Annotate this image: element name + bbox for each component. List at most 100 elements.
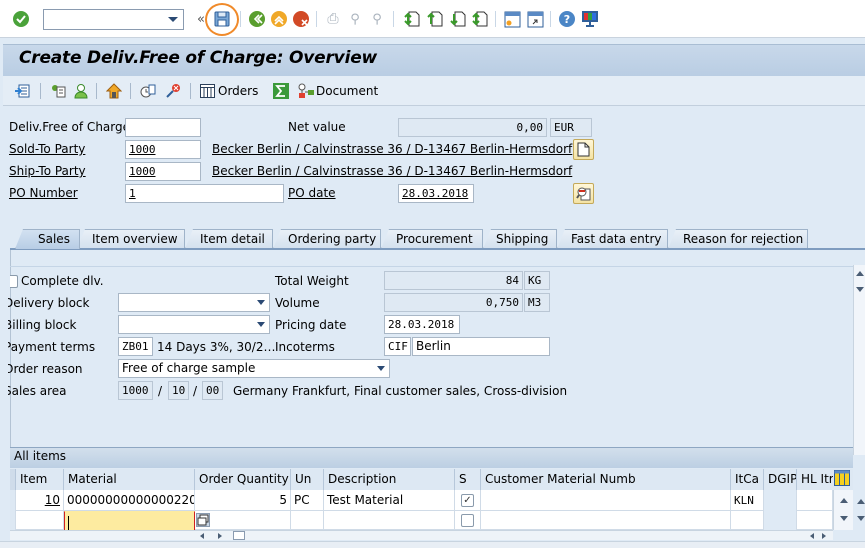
print-icon[interactable]: ⎙	[324, 10, 342, 28]
material-cell[interactable]: 000000000000002202	[64, 490, 195, 511]
s-checkbox-checked[interactable]: ✓	[461, 494, 474, 507]
payment-terms-input[interactable]: ZB01	[118, 337, 153, 356]
tab-procurement[interactable]: Procurement	[381, 229, 483, 249]
new-session-icon[interactable]	[503, 10, 521, 28]
chevron-down-icon[interactable]	[257, 322, 265, 327]
s-checkbox[interactable]	[461, 514, 474, 527]
sales-org-icon[interactable]	[106, 83, 122, 99]
availability-check-icon[interactable]	[140, 83, 156, 99]
incoterms-code-input[interactable]: CIF	[384, 337, 411, 356]
column-configuration-icon[interactable]	[834, 470, 850, 486]
order-quantity-cell[interactable]: 5	[195, 490, 291, 511]
scroll-up-icon[interactable]	[856, 271, 864, 276]
tab-shipping[interactable]: Shipping	[483, 229, 557, 249]
exit-icon[interactable]	[270, 10, 288, 28]
new-document-button[interactable]	[573, 139, 594, 160]
chevron-down-icon[interactable]	[168, 17, 178, 22]
incoterms-location-input[interactable]: Berlin	[412, 337, 550, 356]
hl-itm-cell[interactable]	[797, 490, 833, 511]
tab-sales[interactable]: Sales	[15, 229, 80, 249]
tab-reason-for-rejection[interactable]: Reason for rejection	[668, 229, 808, 249]
itca-cell[interactable]	[731, 511, 764, 532]
command-field[interactable]	[43, 9, 184, 30]
display-doc-flow-icon[interactable]	[14, 83, 30, 99]
previous-page-icon[interactable]	[426, 10, 444, 28]
billing-block-select[interactable]	[118, 315, 270, 334]
delivery-block-select[interactable]	[118, 293, 270, 312]
tab-item-detail[interactable]: Item detail	[185, 229, 273, 249]
chevron-down-icon[interactable]	[257, 300, 265, 305]
find-next-icon[interactable]: ⚲	[368, 10, 386, 28]
hl-itm-cell[interactable]	[797, 511, 833, 532]
itca-cell[interactable]: KLN	[731, 490, 764, 511]
tab-fast-data-entry[interactable]: Fast data entry	[557, 229, 668, 249]
sold-to-party-input[interactable]: 1000	[125, 140, 201, 159]
scroll-left-icon[interactable]	[810, 533, 814, 539]
unit-cell[interactable]: PC	[291, 490, 324, 511]
back-icon[interactable]	[248, 10, 266, 28]
sold-to-party-description[interactable]: Becker Berlin / Calvinstrasse 36 / D-134…	[212, 140, 572, 158]
tab-item-overview[interactable]: Item overview	[77, 229, 185, 249]
window-scroll-down-icon[interactable]	[857, 516, 865, 521]
ship-to-party-input[interactable]: 1000	[125, 162, 201, 181]
scroll-right-icon[interactable]	[822, 533, 826, 539]
cancel-icon[interactable]	[292, 10, 310, 28]
complete-dlv-checkbox[interactable]	[10, 275, 18, 288]
reject-items-icon[interactable]	[165, 83, 181, 99]
scroll-left-icon[interactable]	[200, 533, 204, 539]
scroll-thumb[interactable]	[233, 531, 245, 540]
first-page-icon[interactable]	[403, 10, 421, 28]
column-header-unit[interactable]: Un	[291, 469, 324, 490]
po-date-label[interactable]: PO date	[288, 184, 336, 202]
column-header-dgip[interactable]: DGIP	[764, 469, 797, 490]
last-page-icon[interactable]	[471, 10, 489, 28]
column-header-order-quantity[interactable]: Order Quantity	[195, 469, 291, 490]
document-button[interactable]: Document	[298, 83, 378, 99]
chevron-down-icon[interactable]	[377, 366, 385, 371]
unit-cell[interactable]	[291, 511, 324, 532]
ship-to-party-label[interactable]: Ship-To Party	[9, 162, 86, 180]
customize-layout-icon[interactable]	[581, 10, 599, 28]
po-date-input[interactable]: 28.03.2018	[398, 184, 474, 203]
enter-icon[interactable]	[12, 10, 30, 28]
column-header-description[interactable]: Description	[324, 469, 455, 490]
tab-pane-scrollbar[interactable]	[853, 265, 865, 455]
deliv-free-of-charge-input[interactable]	[125, 118, 201, 137]
next-page-icon[interactable]	[449, 10, 467, 28]
scroll-up-icon[interactable]	[840, 498, 848, 503]
orders-button[interactable]: Orders	[200, 83, 258, 99]
order-quantity-cell[interactable]	[195, 511, 291, 532]
display-po-button[interactable]	[573, 183, 594, 204]
ship-to-party-description[interactable]: Becker Berlin / Calvinstrasse 36 / D-134…	[212, 162, 572, 180]
table-row[interactable]	[10, 511, 853, 532]
tab-ordering-party[interactable]: Ordering party	[273, 229, 381, 249]
table-horizontal-scrollbar[interactable]	[10, 530, 833, 540]
column-header-customer-material[interactable]: Customer Material Numb	[481, 469, 731, 490]
find-icon[interactable]: ⚲	[346, 10, 364, 28]
scroll-right-icon[interactable]	[218, 533, 222, 539]
column-header-itca[interactable]: ItCa	[731, 469, 764, 490]
pricing-date-input[interactable]: 28.03.2018	[384, 315, 460, 334]
table-vertical-scrollbar[interactable]	[833, 490, 853, 530]
column-header-s[interactable]: S	[455, 469, 481, 490]
description-cell[interactable]	[324, 511, 455, 532]
column-header-hl-itm[interactable]: HL Itm	[797, 469, 833, 490]
sum-icon[interactable]	[273, 83, 289, 99]
item-number[interactable]	[16, 511, 64, 532]
window-scroll-up-icon[interactable]	[857, 499, 865, 504]
po-number-input[interactable]: 1	[125, 184, 284, 203]
po-number-label[interactable]: PO Number	[9, 184, 78, 202]
description-cell[interactable]: Test Material	[324, 490, 455, 511]
shortcut-icon[interactable]	[526, 10, 544, 28]
order-reason-select[interactable]: Free of charge sample	[118, 359, 390, 378]
column-header-material[interactable]: Material	[64, 469, 195, 490]
partner-icon[interactable]	[73, 83, 89, 99]
sold-to-party-label[interactable]: Sold-To Party	[9, 140, 85, 158]
item-number[interactable]: 10	[16, 490, 64, 511]
customer-material-cell[interactable]	[481, 490, 731, 511]
column-header-item[interactable]: Item	[16, 469, 64, 490]
table-row[interactable]: 10 000000000000002202 5 PC Test Material…	[10, 490, 853, 511]
customer-material-cell[interactable]	[481, 511, 731, 532]
scroll-down-icon[interactable]	[840, 516, 848, 521]
header-details-icon[interactable]	[50, 83, 66, 99]
